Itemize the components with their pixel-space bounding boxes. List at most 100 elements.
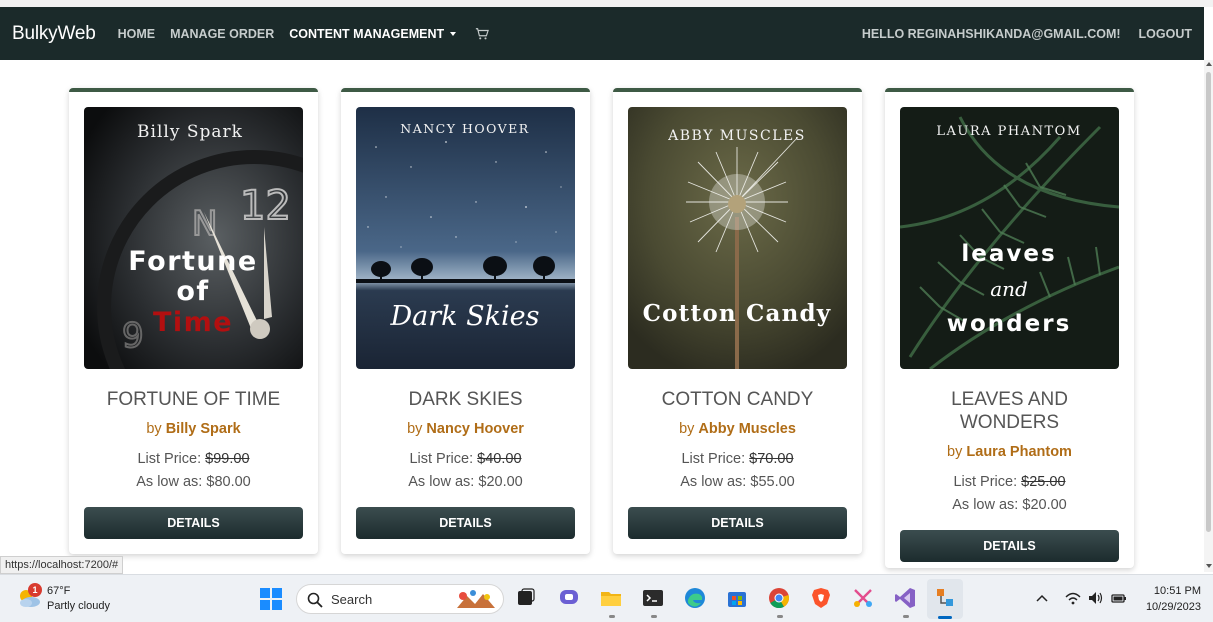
network-app-icon[interactable] xyxy=(933,586,957,610)
book-author: by Laura Phantom xyxy=(885,444,1134,460)
nav-content-management[interactable]: CONTENT MANAGEMENT xyxy=(289,26,457,41)
book-cover-image[interactable]: 12 N 9 Billy Spark Fortune of Time xyxy=(84,107,303,369)
author-name: Billy Spark xyxy=(165,421,241,437)
book-cover-image[interactable]: NANCY HOOVER Dark Skies xyxy=(356,107,575,369)
chat-icon[interactable] xyxy=(557,586,581,610)
search-icon xyxy=(307,592,323,608)
nav-content-management-label: CONTENT MANAGEMENT xyxy=(289,26,445,41)
low-price-label: As low as: xyxy=(408,474,475,490)
low-price: As low as: $80.00 xyxy=(69,474,318,490)
weather-widget[interactable]: 1 67°F Partly cloudy xyxy=(16,583,136,615)
search-placeholder: Search xyxy=(331,592,373,607)
svg-text:N: N xyxy=(192,204,217,244)
low-price-value: $80.00 xyxy=(206,474,251,490)
weather-temperature: 67°F xyxy=(47,585,71,597)
low-price-value: $55.00 xyxy=(750,474,795,490)
scroll-up-arrow-icon[interactable] xyxy=(1206,62,1212,66)
user-greeting-link[interactable]: HELLO REGINAHSHIKANDA@GMAIL.COM! xyxy=(862,27,1121,41)
running-indicator xyxy=(609,615,615,618)
list-price: List Price: $99.00 xyxy=(69,451,318,467)
brand-link[interactable]: BulkyWeb xyxy=(12,23,96,45)
cover-title-line: and xyxy=(990,277,1028,301)
navbar: BulkyWeb HOME MANAGE ORDER CONTENT MANAG… xyxy=(0,7,1204,60)
brave-icon[interactable] xyxy=(809,586,833,610)
cover-title-line: of xyxy=(176,276,209,307)
chrome-icon[interactable] xyxy=(767,586,791,610)
chevron-down-icon xyxy=(450,32,457,37)
edge-icon[interactable] xyxy=(683,586,707,610)
low-price: As low as: $20.00 xyxy=(341,474,590,490)
svg-text:12: 12 xyxy=(240,183,291,229)
cover-title-line: leaves xyxy=(961,241,1056,267)
cover-author-text: Billy Spark xyxy=(137,122,243,142)
details-button[interactable]: DETAILS xyxy=(628,507,847,539)
by-label: by xyxy=(679,421,695,437)
list-price: List Price: $40.00 xyxy=(341,451,590,467)
list-price-label: List Price: xyxy=(137,451,202,467)
list-price-value: $70.00 xyxy=(749,451,794,467)
cart-icon[interactable] xyxy=(475,27,490,41)
book-title: LEAVES AND WONDERS xyxy=(951,389,1068,433)
taskbar-search-box[interactable]: Search xyxy=(296,584,504,614)
cover-author-text: ABBY MUSCLES xyxy=(667,128,806,144)
cover-title-text: Cotton Candy xyxy=(643,300,832,327)
terminal-icon[interactable] xyxy=(641,586,665,610)
battery-icon[interactable] xyxy=(1110,589,1128,607)
status-bar-url: https://localhost:7200/# xyxy=(0,556,124,574)
book-cover-image[interactable]: LAURA PHANTOM leaves and wonders xyxy=(900,107,1119,369)
low-price-label: As low as: xyxy=(136,474,203,490)
weather-condition: Partly cloudy xyxy=(47,600,110,612)
product-card: NANCY HOOVER Dark Skies DARK SKIES by Na… xyxy=(341,88,590,554)
product-card: 12 N 9 Billy Spark Fortune of Time FORTU… xyxy=(69,88,318,554)
scroll-thumb[interactable] xyxy=(1206,72,1211,532)
book-author: by Nancy Hoover xyxy=(341,421,590,437)
nav-manage-order[interactable]: MANAGE ORDER xyxy=(170,27,274,41)
chevron-up-icon[interactable] xyxy=(1035,589,1049,607)
clock-time: 10:51 PM xyxy=(1153,585,1201,597)
low-price: As low as: $55.00 xyxy=(613,474,862,490)
wifi-icon[interactable] xyxy=(1064,589,1082,607)
clock-date: 10/29/2023 xyxy=(1145,601,1201,613)
book-title: DARK SKIES xyxy=(408,389,523,410)
cover-title-line: Time xyxy=(153,307,233,338)
list-price: List Price: $70.00 xyxy=(613,451,862,467)
nav-right: HELLO REGINAHSHIKANDA@GMAIL.COM! LOGOUT xyxy=(844,27,1192,41)
cover-author-text: NANCY HOOVER xyxy=(400,121,529,136)
task-view-icon[interactable] xyxy=(514,586,538,610)
book-author: by Billy Spark xyxy=(69,421,318,437)
notification-badge: 1 xyxy=(28,583,42,597)
by-label: by xyxy=(407,421,423,437)
cover-title-text: Dark Skies xyxy=(390,301,540,332)
search-highlight-icon xyxy=(457,590,495,608)
snip-icon[interactable] xyxy=(851,586,875,610)
list-price-value: $25.00 xyxy=(1021,474,1066,490)
low-price: As low as: $20.00 xyxy=(885,497,1134,513)
start-icon[interactable] xyxy=(259,587,283,611)
visual-studio-icon[interactable] xyxy=(893,586,917,610)
logout-link[interactable]: LOGOUT xyxy=(1139,27,1192,41)
book-cover-image[interactable]: ABBY MUSCLES Cotton Candy xyxy=(628,107,847,369)
scroll-down-arrow-icon[interactable] xyxy=(1206,564,1212,568)
low-price-value: $20.00 xyxy=(478,474,523,490)
store-icon[interactable] xyxy=(725,586,749,610)
nav-home[interactable]: HOME xyxy=(118,27,156,41)
book-author: by Abby Muscles xyxy=(613,421,862,437)
list-price-value: $40.00 xyxy=(477,451,522,467)
page-scrollbar[interactable] xyxy=(1204,60,1213,572)
system-clock[interactable]: 10:51 PM 10/29/2023 xyxy=(1146,583,1201,615)
author-name: Nancy Hoover xyxy=(426,421,524,437)
taskbar: 1 67°F Partly cloudy Search 10:51 PM 10/… xyxy=(0,574,1213,622)
running-indicator xyxy=(651,615,657,618)
details-button[interactable]: DETAILS xyxy=(356,507,575,539)
volume-icon[interactable] xyxy=(1087,589,1105,607)
low-price-label: As low as: xyxy=(952,497,1019,513)
by-label: by xyxy=(146,421,162,437)
details-button[interactable]: DETAILS xyxy=(900,530,1119,562)
list-price-label: List Price: xyxy=(681,451,746,467)
author-name: Laura Phantom xyxy=(966,444,1072,460)
product-card: ABBY MUSCLES Cotton Candy COTTON CANDY b… xyxy=(613,88,862,554)
active-app-indicator xyxy=(938,616,952,619)
details-button[interactable]: DETAILS xyxy=(84,507,303,539)
file-explorer-icon[interactable] xyxy=(599,586,623,610)
list-price-value: $99.00 xyxy=(205,451,250,467)
